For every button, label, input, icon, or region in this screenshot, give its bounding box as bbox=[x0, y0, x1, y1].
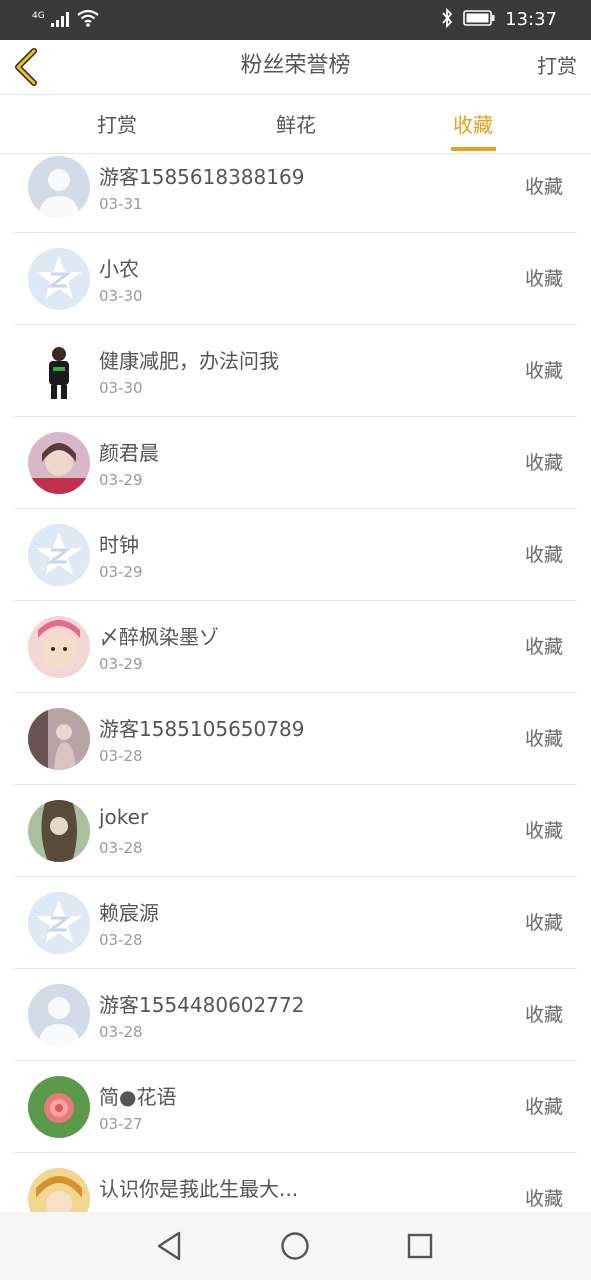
list-item[interactable]: 认识你是莪此生最大... 收藏 bbox=[0, 1153, 591, 1212]
tab-flowers[interactable]: 鲜花 bbox=[236, 95, 356, 153]
anime-photo-icon bbox=[28, 1168, 90, 1212]
date: 03-30 bbox=[99, 379, 143, 397]
qzone-star-icon bbox=[28, 524, 90, 586]
date: 03-29 bbox=[99, 563, 143, 581]
network-type: 4G bbox=[32, 11, 45, 21]
status-right: 13:37 bbox=[441, 7, 557, 32]
nav-recents-button[interactable] bbox=[402, 1228, 438, 1264]
reward-button[interactable]: 打赏 bbox=[537, 40, 577, 94]
user-name: 颜君晨 bbox=[99, 441, 159, 465]
avatar bbox=[28, 524, 90, 586]
wifi-icon bbox=[77, 9, 99, 31]
signal-icon bbox=[50, 11, 71, 31]
date: 03-30 bbox=[99, 287, 143, 305]
date: 03-27 bbox=[99, 1115, 143, 1133]
nav-home-button[interactable] bbox=[277, 1228, 313, 1264]
avatar bbox=[28, 892, 90, 954]
back-triangle-icon bbox=[157, 1231, 181, 1261]
person-photo-icon bbox=[28, 340, 90, 402]
list-item[interactable]: 时钟 03-29 收藏 bbox=[0, 509, 591, 601]
child-photo-icon bbox=[28, 616, 90, 678]
user-name: 游客1585618388169 bbox=[99, 165, 305, 189]
fan-list[interactable]: 游客1585618388169 03-31 收藏 小农 03-30 收藏 健康减… bbox=[0, 154, 591, 1212]
user-name: 健康减肥，办法问我 bbox=[99, 349, 279, 373]
list-item[interactable]: 颜君晨 03-29 收藏 bbox=[0, 417, 591, 509]
avatar bbox=[28, 340, 90, 402]
status-bar: 4G 13:37 bbox=[0, 0, 591, 40]
date: 03-31 bbox=[99, 195, 143, 213]
list-item[interactable]: 〆醉枫染墨ゾ 03-29 收藏 bbox=[0, 601, 591, 693]
flower-photo-icon bbox=[28, 1076, 90, 1138]
date: 03-28 bbox=[99, 747, 143, 765]
user-name: 游客1585105650789 bbox=[99, 717, 305, 741]
list-item[interactable]: 游客1585618388169 03-31 收藏 bbox=[0, 154, 591, 233]
favorite-label: 收藏 bbox=[524, 820, 563, 842]
favorite-label: 收藏 bbox=[524, 1096, 563, 1118]
user-name: 〆醉枫染墨ゾ bbox=[99, 625, 219, 649]
user-name: 游客1554480602772 bbox=[99, 993, 305, 1017]
list-item[interactable]: 健康减肥，办法问我 03-30 收藏 bbox=[0, 325, 591, 417]
date: 03-29 bbox=[99, 471, 143, 489]
tab-bar: 打赏 鲜花 收藏 bbox=[0, 95, 591, 154]
favorite-label: 收藏 bbox=[524, 1004, 563, 1026]
avatar bbox=[28, 248, 90, 310]
avatar bbox=[28, 616, 90, 678]
list-item[interactable]: 游客1554480602772 03-28 收藏 bbox=[0, 969, 591, 1061]
favorite-label: 收藏 bbox=[524, 636, 563, 658]
favorite-label: 收藏 bbox=[524, 268, 563, 290]
date: 03-29 bbox=[99, 655, 143, 673]
date: 03-28 bbox=[99, 839, 143, 857]
system-nav-bar bbox=[0, 1212, 591, 1280]
date: 03-28 bbox=[99, 931, 143, 949]
qzone-star-icon bbox=[28, 892, 90, 954]
tab-favorites[interactable]: 收藏 bbox=[413, 95, 533, 153]
avatar bbox=[28, 800, 90, 862]
battery-icon bbox=[463, 10, 495, 30]
list-item[interactable]: 简●花语 03-27 收藏 bbox=[0, 1061, 591, 1153]
avatar bbox=[28, 1076, 90, 1138]
photo-icon bbox=[28, 708, 90, 770]
user-name: 时钟 bbox=[99, 533, 139, 557]
favorite-label: 收藏 bbox=[524, 360, 563, 382]
user-name: 赖宸源 bbox=[99, 901, 159, 925]
girl-photo-icon bbox=[28, 432, 90, 494]
avatar bbox=[28, 984, 90, 1046]
favorite-label: 收藏 bbox=[524, 452, 563, 474]
favorite-label: 收藏 bbox=[524, 176, 563, 198]
list-item[interactable]: 游客1585105650789 03-28 收藏 bbox=[0, 693, 591, 785]
page-title: 粉丝荣誉榜 bbox=[240, 53, 351, 78]
user-name: 认识你是莪此生最大... bbox=[99, 1177, 299, 1201]
avatar bbox=[28, 708, 90, 770]
bluetooth-icon bbox=[441, 7, 453, 32]
status-left: 4G bbox=[32, 9, 99, 31]
default-person-icon bbox=[28, 156, 90, 218]
clock: 13:37 bbox=[505, 9, 557, 30]
home-circle-icon bbox=[281, 1232, 309, 1260]
active-tab-indicator bbox=[451, 147, 496, 151]
avatar bbox=[28, 156, 90, 218]
qzone-star-icon bbox=[28, 248, 90, 310]
avatar bbox=[28, 1168, 90, 1212]
recents-square-icon bbox=[407, 1233, 433, 1259]
favorite-label: 收藏 bbox=[524, 912, 563, 934]
nav-back-button[interactable] bbox=[151, 1228, 187, 1264]
favorite-label: 收藏 bbox=[524, 544, 563, 566]
list-item[interactable]: 赖宸源 03-28 收藏 bbox=[0, 877, 591, 969]
user-name: 简●花语 bbox=[99, 1085, 177, 1109]
user-name: 小农 bbox=[99, 257, 139, 281]
photo-icon bbox=[28, 800, 90, 862]
favorite-label: 收藏 bbox=[524, 1188, 563, 1210]
favorite-label: 收藏 bbox=[524, 728, 563, 750]
avatar bbox=[28, 432, 90, 494]
date: 03-28 bbox=[99, 1023, 143, 1041]
tab-reward[interactable]: 打赏 bbox=[57, 95, 177, 153]
user-name: joker bbox=[99, 805, 149, 829]
list-item[interactable]: 小农 03-30 收藏 bbox=[0, 233, 591, 325]
list-item[interactable]: joker 03-28 收藏 bbox=[0, 785, 591, 877]
default-person-icon bbox=[28, 984, 90, 1046]
app-header: 粉丝荣誉榜 打赏 bbox=[0, 40, 591, 95]
